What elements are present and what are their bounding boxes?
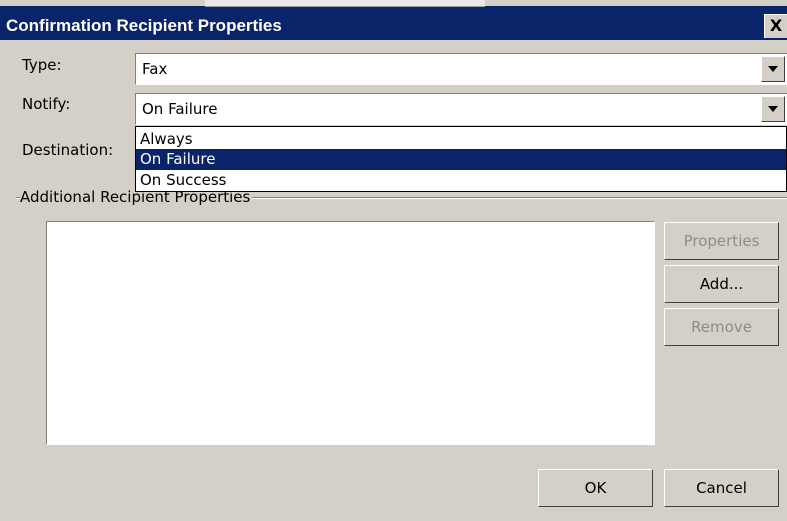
background-window-edge <box>205 0 485 7</box>
dialog-title: Confirmation Recipient Properties <box>6 16 282 35</box>
chevron-down-icon <box>768 106 778 112</box>
ok-button[interactable]: OK <box>538 469 653 507</box>
add-button[interactable]: Add... <box>664 265 779 303</box>
cancel-button[interactable]: Cancel <box>664 469 779 507</box>
background-window-strip <box>0 0 787 7</box>
title-bar[interactable]: Confirmation Recipient Properties X <box>0 0 787 40</box>
additional-recipients-list[interactable] <box>46 221 655 445</box>
close-icon: X <box>769 16 783 35</box>
notify-option-always[interactable]: Always <box>136 129 786 150</box>
notify-value: On Failure <box>142 100 218 118</box>
remove-button[interactable]: Remove <box>664 308 779 346</box>
type-label: Type: <box>22 56 62 74</box>
type-value: Fax <box>142 60 168 78</box>
close-button[interactable]: X <box>764 14 787 38</box>
notify-dropdown-button[interactable] <box>761 96 785 122</box>
chevron-down-icon <box>768 66 778 72</box>
type-combobox[interactable]: Fax <box>135 53 787 85</box>
properties-button[interactable]: Properties <box>664 222 779 260</box>
notify-option-on-failure[interactable]: On Failure <box>136 149 786 170</box>
notify-option-on-success[interactable]: On Success <box>136 170 786 191</box>
type-dropdown-button[interactable] <box>761 56 785 82</box>
notify-dropdown-list[interactable]: Always On Failure On Success <box>135 126 787 192</box>
notify-label: Notify: <box>22 95 71 113</box>
notify-combobox[interactable]: On Failure <box>135 93 787 125</box>
destination-label: Destination: <box>22 141 114 159</box>
